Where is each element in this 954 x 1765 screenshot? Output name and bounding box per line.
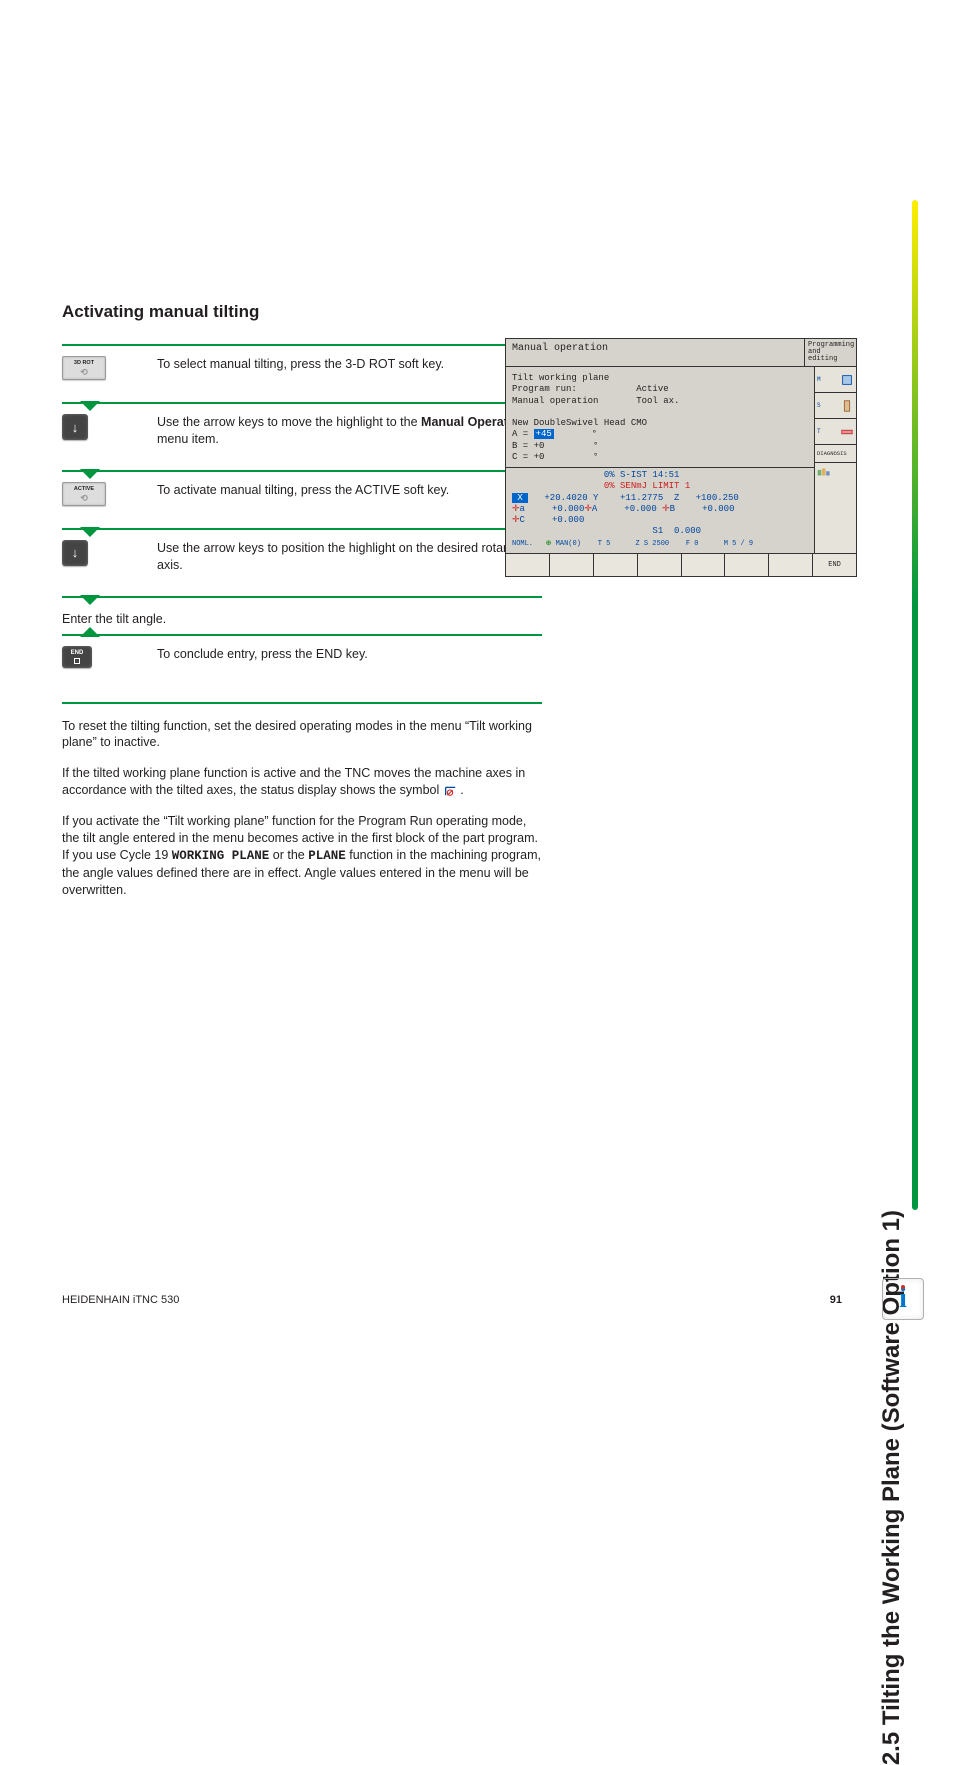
divider — [62, 596, 542, 598]
body-paragraph: To reset the tilting function, set the d… — [62, 718, 542, 752]
screen-text-area: Tilt working plane Program run: Active M… — [506, 366, 814, 467]
screen-mini-mode: Programming and editing — [804, 339, 856, 366]
step-row: ↓ Use the arrow keys to move the highlig… — [62, 402, 542, 470]
softkey-slot[interactable] — [724, 554, 768, 576]
continuation-arrow-icon — [80, 627, 100, 637]
softkey-slot[interactable] — [593, 554, 637, 576]
step-text: To activate manual tilting, press the AC… — [157, 482, 542, 506]
screen-right-panes: M S T DIAGNOSIS — [814, 366, 856, 553]
softkey-end[interactable]: END — [812, 554, 856, 576]
arrow-down-key[interactable]: ↓ — [62, 540, 88, 566]
arrow-down-icon: ↓ — [72, 545, 79, 560]
end-key[interactable]: END — [62, 646, 92, 668]
softkey-graphic: ⟲ — [80, 493, 88, 504]
page-number: 91 — [830, 1294, 842, 1306]
screen-softkey-bar: END — [506, 553, 856, 576]
step-text: To conclude entry, press the END key. — [157, 646, 542, 668]
step-text: To select manual tilting, press the 3-D … — [157, 356, 542, 380]
end-key-square-icon — [74, 658, 80, 664]
pane-s[interactable]: S — [814, 392, 856, 418]
arrow-down-icon: ↓ — [72, 420, 79, 435]
step-row: END To conclude entry, press the END key… — [62, 634, 542, 690]
page-footer: HEIDENHAIN iTNC 530 91 — [62, 1294, 842, 1306]
tab-stripe — [912, 200, 918, 1210]
instruction-table: 3D ROT ⟲ To select manual tilting, press… — [62, 344, 542, 598]
step-text: Use the arrow keys to position the highl… — [157, 540, 542, 574]
softkey-label: 3D ROT — [74, 360, 94, 366]
pane-m[interactable]: M — [814, 366, 856, 392]
arrow-down-key[interactable]: ↓ — [62, 414, 88, 440]
tilted-plane-symbol-icon — [443, 783, 457, 797]
info-icon-dot — [901, 1285, 905, 1289]
softkey-3d-rot[interactable]: 3D ROT ⟲ — [62, 356, 106, 380]
body-paragraph: If the tilted working plane function is … — [62, 765, 542, 799]
step-text: Use the arrow keys to move the highlight… — [157, 414, 542, 448]
softkey-slot[interactable] — [768, 554, 812, 576]
step-row: ↓ Use the arrow keys to position the hig… — [62, 528, 542, 596]
softkey-active[interactable]: ACTIVE ⟲ — [62, 482, 106, 506]
softkey-slot[interactable] — [506, 554, 549, 576]
screen-title: Manual operation — [506, 339, 804, 366]
end-key-label: END — [71, 650, 84, 656]
section-heading: Activating manual tilting — [62, 302, 682, 322]
control-screenshot: Manual operation Programming and editing… — [505, 338, 857, 577]
softkey-graphic: ⟲ — [80, 367, 88, 378]
pane-t[interactable]: T — [814, 418, 856, 444]
instruction-line: Enter the tilt angle. — [62, 612, 682, 626]
pane-graphic — [814, 462, 856, 553]
screen-status-area: 0% S-IST 14:51 0% SENmJ LIMIT 1 X +20.40… — [506, 467, 814, 553]
chapter-tab: 2.5 Tilting the Working Plane (Software … — [868, 200, 902, 1210]
step-row: 3D ROT ⟲ To select manual tilting, press… — [62, 344, 542, 402]
softkey-slot[interactable] — [637, 554, 681, 576]
footer-product: HEIDENHAIN iTNC 530 — [62, 1294, 179, 1306]
softkey-label: ACTIVE — [74, 486, 94, 492]
info-icon[interactable]: i — [882, 1278, 924, 1320]
pane-diagnosis[interactable]: DIAGNOSIS — [814, 444, 856, 462]
divider — [62, 702, 542, 704]
body-paragraph: If you activate the “Tilt working plane”… — [62, 813, 542, 898]
softkey-slot[interactable] — [549, 554, 593, 576]
softkey-slot[interactable] — [681, 554, 725, 576]
step-row: ACTIVE ⟲ To activate manual tilting, pre… — [62, 470, 542, 528]
